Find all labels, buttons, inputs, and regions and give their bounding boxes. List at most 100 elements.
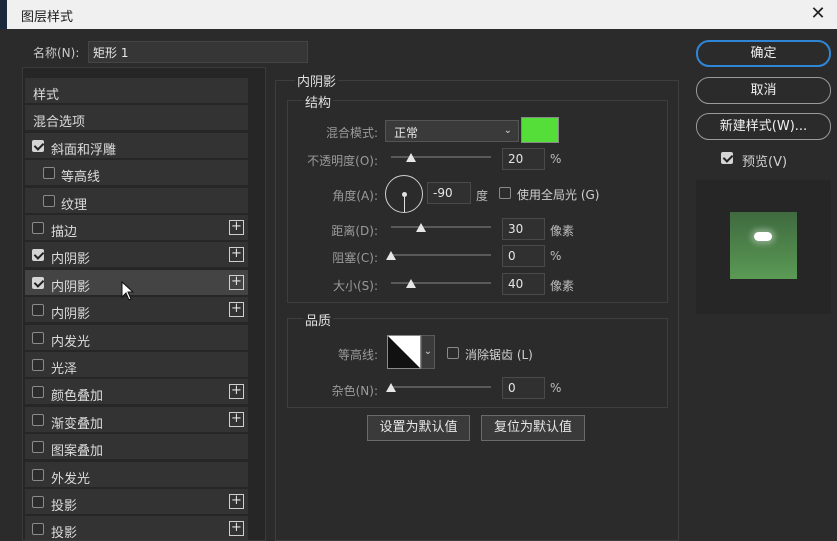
distance-slider-track [391, 226, 491, 228]
style-item-checkbox[interactable] [32, 249, 44, 261]
global-light-checkbox[interactable] [499, 187, 511, 199]
noise-slider-track [391, 386, 491, 388]
style-item-checkbox[interactable] [32, 414, 44, 426]
window-title: 图层样式 [21, 10, 74, 25]
style-item-label: 样式 [33, 88, 60, 103]
choke-slider-track [391, 254, 491, 256]
style-item[interactable]: 投影 + [25, 489, 248, 515]
contour-picker[interactable] [387, 335, 421, 369]
chevron-down-icon: ⌄ [503, 125, 512, 136]
style-item[interactable]: 内阴影 + [25, 297, 248, 323]
structure-title: 结构 [303, 92, 334, 111]
distance-field[interactable]: 30 [502, 218, 545, 240]
add-style-plus-icon[interactable]: + [229, 220, 244, 235]
style-item-label: 内阴影 [51, 307, 91, 322]
distance-slider-thumb[interactable] [416, 223, 426, 232]
style-item[interactable]: 渐变叠加 + [25, 407, 248, 433]
style-item[interactable]: 外发光 [25, 462, 248, 488]
add-style-plus-icon[interactable]: + [229, 384, 244, 399]
shadow-color-swatch[interactable] [521, 117, 559, 143]
angle-dial[interactable] [385, 175, 423, 213]
add-style-plus-icon[interactable]: + [229, 247, 244, 262]
blend-mode-label: 混合模式: [325, 126, 378, 140]
opacity-field[interactable]: 20 [502, 148, 545, 170]
global-light-label: 使用全局光 (G) [517, 188, 600, 202]
style-item[interactable]: 图案叠加 [25, 434, 248, 460]
style-item-checkbox[interactable] [32, 496, 44, 508]
anti-alias-checkbox[interactable] [447, 347, 459, 359]
noise-field[interactable]: 0 [502, 377, 545, 399]
angle-label: 角度(A): [332, 189, 378, 203]
add-style-plus-icon[interactable]: + [229, 412, 244, 427]
style-item-checkbox[interactable] [43, 195, 55, 207]
add-style-plus-icon[interactable]: + [229, 275, 244, 290]
size-field[interactable]: 40 [502, 273, 545, 295]
style-item-checkbox[interactable] [32, 277, 44, 289]
distance-label: 距离(D): [331, 224, 378, 238]
style-item-checkbox[interactable] [43, 167, 55, 179]
style-item[interactable]: 内发光 [25, 325, 248, 351]
choke-slider-thumb[interactable] [386, 251, 396, 260]
style-item[interactable]: 光泽 [25, 352, 248, 378]
close-icon[interactable]: ✕ [805, 2, 831, 26]
styles-list-panel: 样式 混合选项 斜面和浮雕 等高线 纹理 描边 + 内阴影 + 内阴影 + 内阴影 + 内发光 光泽 颜色叠加… [22, 67, 266, 541]
set-default-button[interactable]: 设置为默认值 [367, 415, 470, 441]
size-slider[interactable] [391, 279, 491, 291]
styles-scrollbar[interactable] [251, 68, 265, 540]
contour-dropdown-chevron-icon[interactable]: ⌄ [421, 335, 435, 369]
style-item-label: 混合选项 [33, 115, 86, 130]
section-title: 内阴影 [295, 71, 339, 90]
size-slider-thumb[interactable] [406, 279, 416, 288]
style-item-label: 描边 [51, 225, 78, 240]
style-item-label: 纹理 [61, 198, 88, 213]
style-item-checkbox[interactable] [32, 441, 44, 453]
new-style-button[interactable]: 新建样式(W)... [696, 113, 831, 140]
add-style-plus-icon[interactable]: + [229, 494, 244, 509]
choke-label: 阻塞(C): [332, 251, 378, 265]
quality-title: 品质 [303, 310, 334, 329]
style-item-checkbox[interactable] [32, 469, 44, 481]
style-item-checkbox[interactable] [32, 222, 44, 234]
preview-checkbox[interactable] [721, 152, 733, 164]
add-style-plus-icon[interactable]: + [229, 302, 244, 317]
style-item[interactable]: 斜面和浮雕 [25, 133, 248, 159]
style-item-checkbox[interactable] [32, 386, 44, 398]
blend-mode-select[interactable]: 正常 ⌄ [385, 120, 519, 142]
style-item-checkbox[interactable] [32, 523, 44, 535]
noise-slider[interactable] [386, 383, 491, 395]
size-unit: 像素 [550, 279, 575, 293]
style-item-label: 渐变叠加 [51, 417, 104, 432]
contour-label: 等高线: [337, 348, 378, 362]
style-item-label: 光泽 [51, 362, 78, 377]
style-item[interactable]: 等高线 [25, 160, 248, 186]
style-item[interactable]: 描边 + [25, 215, 248, 241]
anti-alias-label: 消除锯齿 (L) [465, 348, 533, 362]
choke-slider[interactable] [386, 251, 491, 263]
style-item-checkbox[interactable] [32, 332, 44, 344]
distance-slider[interactable] [391, 223, 491, 235]
noise-slider-thumb[interactable] [386, 383, 396, 392]
preview-label: 预览(V) [742, 155, 788, 170]
choke-field[interactable]: 0 [502, 245, 545, 267]
style-item[interactable]: 样式 [25, 78, 248, 104]
preview-thumbnail [696, 180, 831, 314]
style-item[interactable]: 纹理 [25, 188, 248, 214]
add-style-plus-icon[interactable]: + [229, 521, 244, 536]
style-item[interactable]: 混合选项 [25, 105, 248, 131]
opacity-slider[interactable] [391, 153, 491, 165]
style-item-checkbox[interactable] [32, 304, 44, 316]
style-item[interactable]: 内阴影 + [25, 270, 248, 296]
style-item-checkbox[interactable] [32, 140, 44, 152]
name-input[interactable]: 矩形 1 [88, 41, 308, 63]
style-item-checkbox[interactable] [32, 359, 44, 371]
style-item[interactable]: 内阴影 + [25, 242, 248, 268]
style-item[interactable]: 颜色叠加 + [25, 379, 248, 405]
style-item[interactable]: 投影 + [25, 516, 248, 540]
angle-field[interactable]: -90 [427, 182, 471, 204]
cancel-button[interactable]: 取消 [696, 77, 831, 104]
angle-dial-needle [404, 194, 405, 212]
opacity-slider-thumb[interactable] [406, 153, 416, 162]
reset-default-button[interactable]: 复位为默认值 [481, 415, 585, 441]
ok-button[interactable]: 确定 [696, 40, 831, 67]
style-item-label: 内阴影 [51, 252, 91, 267]
